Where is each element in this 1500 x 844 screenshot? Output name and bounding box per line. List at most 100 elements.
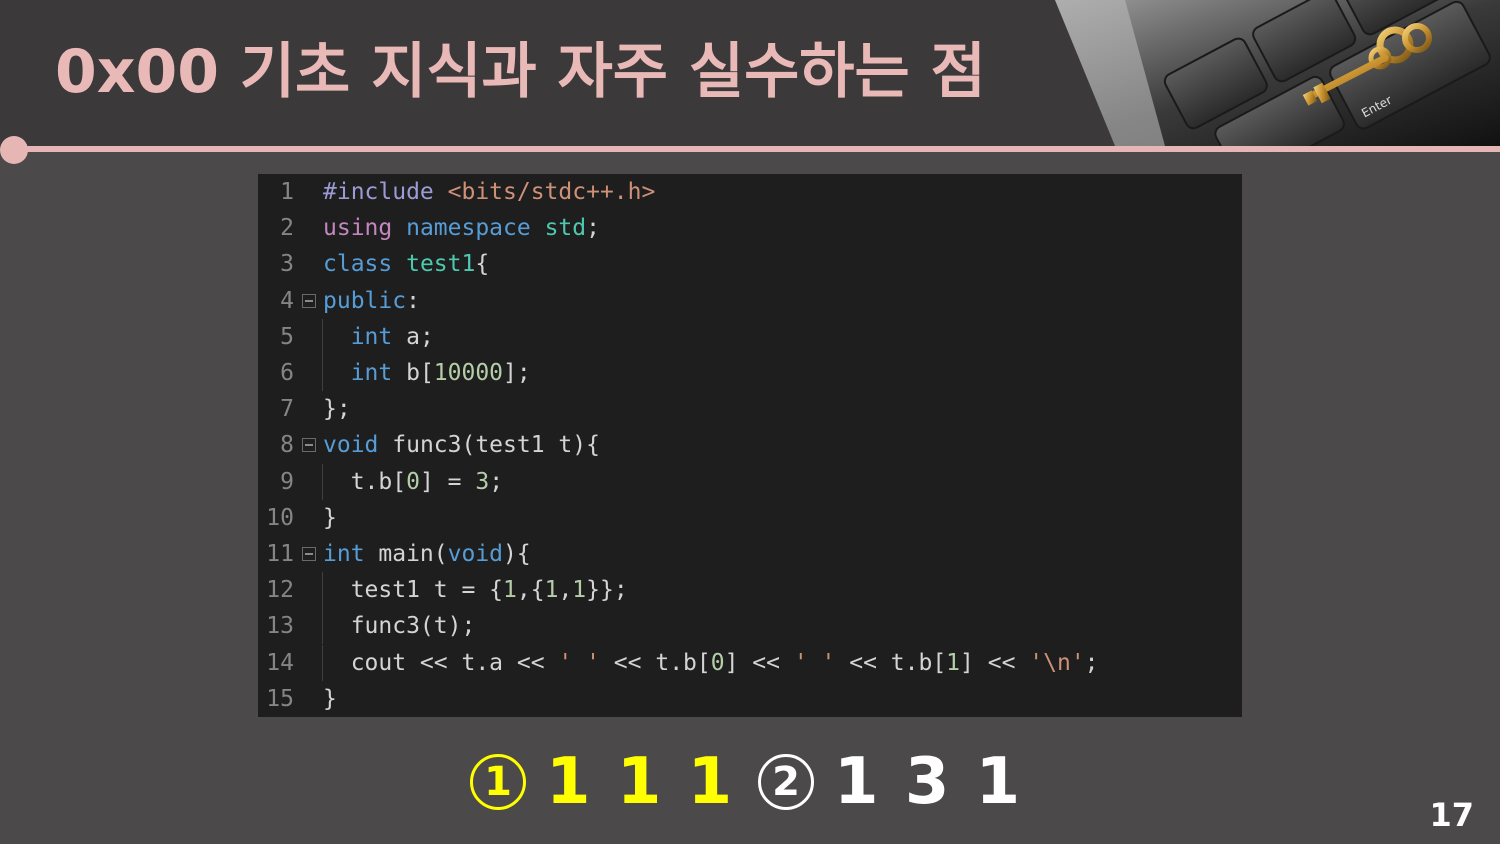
code-token: int <box>323 541 379 567</box>
title-underline <box>12 146 1500 152</box>
line-number: 5 <box>280 323 294 350</box>
code-text: int b[10000]; <box>323 355 531 391</box>
title-bullet-dot <box>0 136 28 164</box>
code-token: 1 <box>572 577 587 604</box>
code-token: ' ' <box>793 649 836 676</box>
code-token: << t.b[ <box>599 649 711 676</box>
keyboard-key-illustration: Enter <box>1055 0 1500 146</box>
code-token: ] = <box>419 468 476 495</box>
code-line: 10} <box>258 500 1242 536</box>
code-token: a; <box>406 323 434 350</box>
code-token: ; <box>586 215 600 242</box>
code-line: 9 t.b[0] = 3; <box>258 463 1242 500</box>
answer-option-2-values: 1 3 1 <box>834 745 1023 819</box>
code-token: #include <box>323 179 448 205</box>
code-text: #include <bits/stdc++.h> <box>323 174 655 210</box>
answer-option-2: 2 1 3 1 <box>758 742 1022 822</box>
code-token: , <box>558 577 573 604</box>
keyboard-key-image: Enter <box>1055 0 1500 146</box>
line-number: 1 <box>280 179 294 205</box>
code-token: << t.b[ <box>835 649 947 676</box>
line-number: 12 <box>266 577 294 604</box>
code-token: int <box>323 360 407 386</box>
code-token: }}; <box>586 577 628 604</box>
code-text: int main(void){ <box>323 536 531 572</box>
page-number: 17 <box>1429 796 1474 834</box>
code-token: test1 <box>406 251 476 278</box>
code-token: } <box>323 504 337 531</box>
code-token: <bits/stdc++.h> <box>447 179 656 205</box>
code-line: 1 #include <bits/stdc++.h> <box>258 174 1242 210</box>
code-token: std <box>544 215 587 242</box>
line-number: 13 <box>266 613 294 640</box>
code-token: func3(t); <box>323 613 476 640</box>
code-token: 10000 <box>433 360 504 386</box>
code-token: ' ' <box>558 649 600 676</box>
code-text: func3(t); <box>323 608 476 644</box>
code-token: cout << t.a << <box>323 649 559 676</box>
code-token: public <box>323 287 407 314</box>
code-token: '\n' <box>1029 649 1085 676</box>
code-line: 5 int a; <box>258 318 1242 355</box>
code-line: 12 test1 t = {1,{1,1}}; <box>258 572 1242 609</box>
code-text: } <box>323 681 337 717</box>
code-token: void <box>447 541 504 567</box>
code-line: 4 public: <box>258 283 1242 319</box>
code-text: t.b[0] = 3; <box>323 464 503 500</box>
code-text: }; <box>323 391 351 427</box>
code-text: public: <box>323 283 420 319</box>
code-line: 11 int main(void){ <box>258 536 1242 572</box>
code-token: ; <box>1084 649 1099 676</box>
line-number: 10 <box>266 504 294 531</box>
line-number: 3 <box>280 251 294 278</box>
code-token: ]; <box>503 360 531 386</box>
code-token: ] << <box>960 649 1030 676</box>
fold-collapse-icon[interactable] <box>302 438 316 453</box>
slide-title: 0x00 기초 지식과 자주 실수하는 점 <box>55 37 986 107</box>
code-token: int <box>323 323 407 350</box>
code-token: ){ <box>503 541 531 567</box>
code-text: class test1{ <box>323 246 489 282</box>
code-text: int a; <box>323 319 434 355</box>
code-line: 8 void func3(test1 t){ <box>258 427 1242 463</box>
slide: 0x00 기초 지식과 자주 실수하는 점 Enter 1 #include <… <box>0 0 1500 844</box>
code-token: 0 <box>406 468 420 495</box>
code-token: ] << <box>724 649 794 676</box>
code-line: 3 class test1{ <box>258 246 1242 282</box>
answer-options: 1 1 1 1 2 1 3 1 <box>470 742 1030 822</box>
code-line: 15} <box>258 681 1242 717</box>
line-number: 15 <box>266 685 294 712</box>
code-token: main( <box>378 541 448 567</box>
line-number: 7 <box>280 396 294 423</box>
line-number: 14 <box>266 649 294 676</box>
code-text: void func3(test1 t){ <box>323 427 600 463</box>
code-token: b[ <box>406 360 434 386</box>
code-token: test1 t = { <box>323 577 504 604</box>
line-number: 2 <box>280 215 294 242</box>
code-text: using namespace std; <box>323 210 600 246</box>
code-token: }; <box>323 396 351 423</box>
code-line: 14 cout << t.a << ' ' << t.b[0] << ' ' <… <box>258 644 1242 681</box>
code-text: cout << t.a << ' ' << t.b[0] << ' ' << t… <box>323 645 1099 681</box>
code-line: 2 using namespace std; <box>258 210 1242 246</box>
code-token: { <box>475 251 490 278</box>
code-token: namespace <box>406 215 545 242</box>
code-token: : <box>406 287 420 314</box>
code-text: test1 t = {1,{1,1}}; <box>323 572 628 608</box>
code-line: 13 func3(t); <box>258 608 1242 645</box>
code-text: } <box>323 500 337 536</box>
code-token: using <box>323 215 407 242</box>
fold-collapse-icon[interactable] <box>302 293 316 308</box>
code-token: 0 <box>710 649 725 676</box>
code-token: 1 <box>503 577 517 604</box>
line-number: 4 <box>280 287 294 314</box>
code-editor: 1 #include <bits/stdc++.h> 2 using namespac… <box>258 174 1242 717</box>
code-token: class <box>323 251 407 278</box>
code-token: func3(test1 t){ <box>392 432 600 459</box>
code-token: ,{ <box>516 577 545 604</box>
fold-collapse-icon[interactable] <box>302 547 316 561</box>
code-token: t.b[ <box>323 468 407 495</box>
answer-option-1: 1 1 1 1 <box>470 742 734 822</box>
code-token: } <box>323 685 337 712</box>
line-number: 8 <box>280 432 294 459</box>
